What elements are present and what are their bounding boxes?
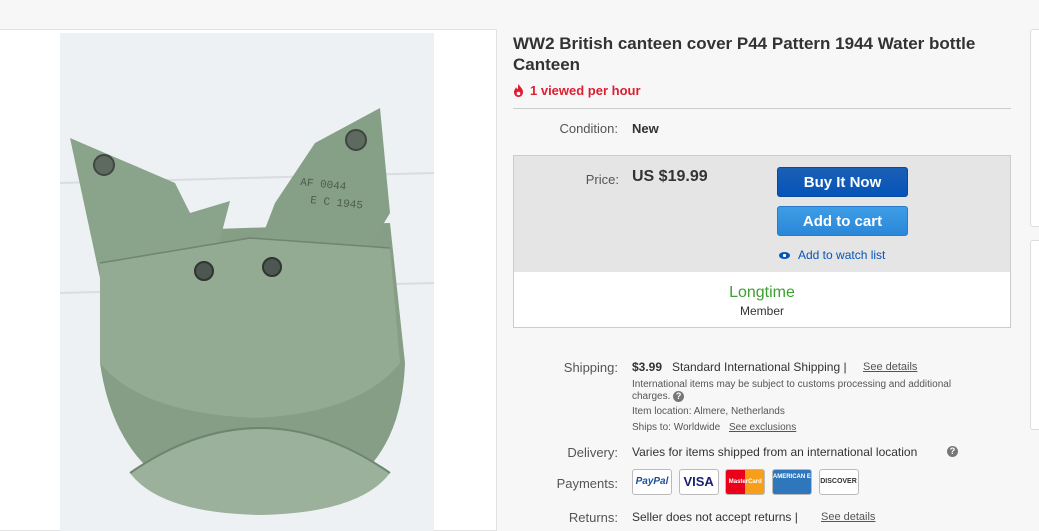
product-photo[interactable]: AF 0044 E C 1945: [60, 33, 434, 531]
discover-logo: DISCOVER: [818, 469, 859, 495]
item-info: WW2 British canteen cover P44 Pattern 19…: [513, 29, 1013, 525]
see-exclusions-link[interactable]: See exclusions: [729, 422, 796, 433]
eye-icon: [779, 251, 790, 259]
add-to-cart-button[interactable]: Add to cart: [777, 206, 908, 236]
top-strip: [0, 0, 1039, 29]
seller-badge: Longtime Member: [514, 284, 1010, 318]
shipping-see-details-link[interactable]: See details: [863, 361, 917, 373]
side-panel-top: [1030, 29, 1039, 227]
delivery-help-icon[interactable]: ?: [947, 446, 958, 457]
flame-icon: [514, 84, 523, 97]
shipping-method: Standard International Shipping |: [672, 360, 847, 374]
image-panel: AF 0044 E C 1945: [0, 29, 497, 531]
price-value: US $19.99: [632, 168, 708, 185]
ships-to-label: Ships to:: [632, 422, 671, 433]
title-divider: [513, 108, 1011, 109]
amex-logo: AMERICAN EXPRESS: [771, 469, 812, 495]
returns-label: Returns:: [568, 510, 618, 525]
payments-row: Payments: PayPal VISA MasterCard AMERICA…: [513, 469, 1013, 497]
viewed-text: 1 viewed per hour: [530, 83, 641, 98]
delivery-label: Delivery:: [567, 445, 618, 460]
mastercard-logo: MasterCard: [725, 469, 766, 495]
viewed-indicator: 1 viewed per hour: [513, 83, 1013, 98]
price-panel: Price: US $19.99 Buy It Now Add to cart …: [514, 156, 1010, 272]
condition-value: New: [632, 121, 659, 136]
buy-it-now-button[interactable]: Buy It Now: [777, 167, 908, 197]
price-label: Price:: [585, 172, 619, 187]
ships-to: Ships to: Worldwide See exclusions: [632, 422, 796, 433]
payment-logos: PayPal VISA MasterCard AMERICAN EXPRESS …: [632, 469, 862, 495]
add-to-watch-list-link[interactable]: Add to watch list: [779, 248, 885, 262]
listing-page: AF 0044 E C 1945 WW2 British canteen cov…: [0, 0, 1039, 531]
delivery-value: Varies for items shipped from an interna…: [632, 445, 918, 459]
shipping-label: Shipping:: [563, 360, 618, 375]
payments-label: Payments:: [556, 476, 618, 491]
canteen-cover-illustration: AF 0044 E C 1945: [60, 33, 434, 531]
side-panel-bottom: [1030, 240, 1039, 430]
item-title: WW2 British canteen cover P44 Pattern 19…: [513, 34, 976, 74]
paypal-logo: PayPal: [632, 469, 672, 495]
condition-label: Condition:: [559, 121, 618, 136]
item-location-label: Item location:: [632, 406, 692, 417]
help-icon[interactable]: ?: [673, 391, 685, 402]
returns-see-details-link[interactable]: See details: [821, 511, 875, 523]
shipping-cost: $3.99: [632, 360, 663, 374]
visa-logo: VISA: [678, 469, 719, 495]
member-text: Member: [739, 304, 784, 318]
longtime-text: Longtime: [729, 284, 795, 301]
item-location: Item location: Almere, Netherlands: [632, 406, 785, 417]
item-location-value: Almere, Netherlands: [693, 406, 785, 417]
watch-label: Add to watch list: [798, 248, 886, 262]
ships-to-value: Worldwide: [673, 422, 721, 433]
customs-note-block: International items may be subject to cu…: [632, 379, 977, 403]
returns-value: Seller does not accept returns |: [632, 510, 798, 524]
price-box: Price: US $19.99 Buy It Now Add to cart …: [513, 155, 1011, 328]
